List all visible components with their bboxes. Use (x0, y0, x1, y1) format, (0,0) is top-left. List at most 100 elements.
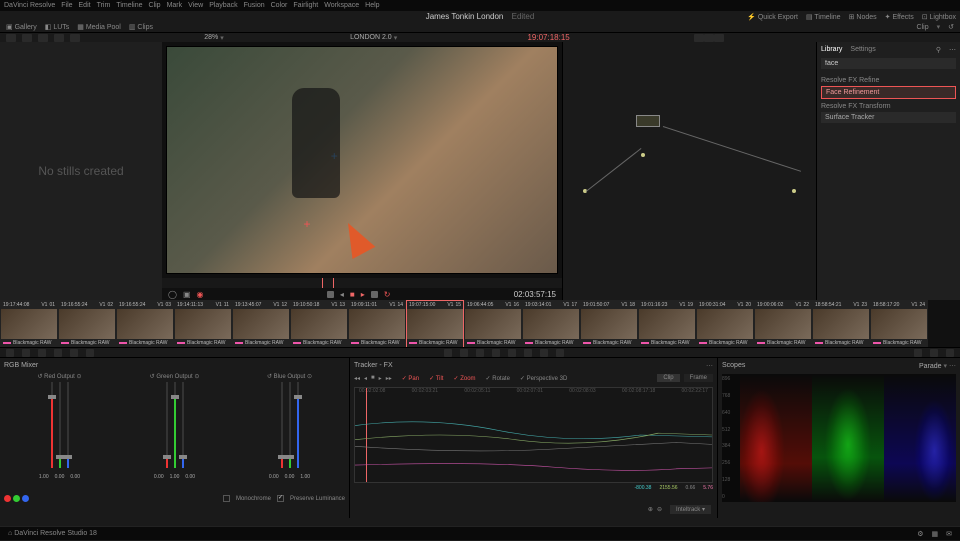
tilt-checkbox[interactable]: ✓ Tilt (429, 375, 443, 382)
menu-item[interactable]: Help (365, 2, 379, 9)
clip-thumbnail[interactable]: 19:00:06:02V122Blackmagic RAW (754, 300, 812, 348)
menu-item[interactable]: Fusion (244, 2, 265, 9)
nodes-button[interactable]: ⊞ Nodes (849, 13, 877, 21)
monochrome-checkbox[interactable] (223, 495, 230, 502)
pan-checkbox[interactable]: ✓ Pan (402, 375, 419, 382)
view-mode-icon[interactable] (70, 34, 80, 42)
node-output[interactable] (792, 189, 796, 193)
clip-thumbnail[interactable]: 19:17:44:08V101Blackmagic RAW (0, 300, 58, 348)
clip-mode-button[interactable]: Clip (657, 374, 679, 382)
preserve-luminance-checkbox[interactable] (277, 495, 284, 502)
quick-export-button[interactable]: ⚡ Quick Export (747, 13, 798, 21)
track-fwd-icon[interactable]: ▸ (379, 375, 382, 382)
clip-thumbnail[interactable]: 18:58:54:21V123Blackmagic RAW (812, 300, 870, 348)
clip-thumbnail[interactable]: 19:16:55:24V102Blackmagic RAW (58, 300, 116, 348)
sizing-icon[interactable] (540, 349, 548, 357)
clip-thumbnail[interactable]: 19:09:11:01V114Blackmagic RAW (348, 300, 406, 348)
clip-thumbnail[interactable]: 19:13:45:07V112Blackmagic RAW (232, 300, 290, 348)
qualifier-icon[interactable] (444, 349, 452, 357)
tab-library[interactable]: Library (821, 46, 842, 54)
node-overlay-icon[interactable] (704, 34, 714, 42)
magic-mask-icon[interactable] (492, 349, 500, 357)
menu-item[interactable]: File (61, 2, 72, 9)
project-manager-icon[interactable]: ▦ (932, 530, 939, 538)
timeline-name[interactable]: LONDON 2.0 (350, 34, 392, 41)
tracker-mode-dropdown[interactable]: Inteltrack ▾ (670, 505, 711, 514)
clip-thumbnail[interactable]: 19:14:11:13V111Blackmagic RAW (174, 300, 232, 348)
panel-menu-icon[interactable]: ⋯ (706, 362, 713, 370)
loop-icon[interactable]: ↻ (384, 290, 391, 299)
tracker-graph[interactable]: 00:02:02:0800:02:03:2100:02:05:1100:02:0… (354, 387, 713, 483)
project-settings-icon[interactable]: ⚙ (917, 530, 923, 538)
node-layer[interactable] (641, 153, 645, 157)
scopes-icon[interactable] (930, 349, 938, 357)
3d-icon[interactable] (556, 349, 564, 357)
scope-mode-dropdown[interactable]: Parade (919, 363, 942, 370)
remove-point-icon[interactable]: ⊖ (657, 506, 662, 513)
fx-item-face-refinement[interactable]: Face Refinement (821, 86, 956, 99)
tracker-point-icon[interactable]: + (331, 149, 338, 163)
track-prev-icon[interactable]: ◂◂ (354, 375, 360, 382)
effects-button[interactable]: ✦ Effects (885, 13, 914, 21)
node-overlay-icon[interactable] (714, 34, 724, 42)
viewer-zoom[interactable]: 28% (204, 34, 218, 41)
play-icon[interactable]: ▸ (361, 290, 365, 299)
search-icon[interactable]: ⚲ (936, 46, 941, 54)
clip-thumbnail[interactable]: 18:58:17:20V124Blackmagic RAW (870, 300, 928, 348)
menu-item[interactable]: Playback (209, 2, 237, 9)
reset-button[interactable]: ↺ (948, 23, 954, 31)
hdr-icon[interactable] (54, 349, 62, 357)
window-icon[interactable] (460, 349, 468, 357)
gallery-button[interactable]: ▣ Gallery (6, 23, 37, 31)
menu-item[interactable]: Edit (79, 2, 91, 9)
lightbox-button[interactable]: ⊡ Lightbox (922, 13, 956, 21)
tab-settings[interactable]: Settings (850, 46, 875, 54)
menu-item[interactable]: Color (271, 2, 288, 9)
blur-icon[interactable] (508, 349, 516, 357)
grab-still-icon[interactable]: ▣ (183, 290, 191, 299)
clip-thumbnail[interactable]: 19:03:14:01V117Blackmagic RAW (522, 300, 580, 348)
frame-mode-button[interactable]: Frame (684, 374, 713, 382)
menu-item[interactable]: View (188, 2, 203, 9)
track-stop-icon[interactable]: ■ (371, 375, 375, 381)
zoom-checkbox[interactable]: ✓ Zoom (453, 375, 475, 382)
viewer-scrubber[interactable] (162, 278, 562, 288)
view-mode-icon[interactable] (38, 34, 48, 42)
clip-thumbnail[interactable]: 19:10:50:18V113Blackmagic RAW (290, 300, 348, 348)
rgb-mixer-icon[interactable] (70, 349, 78, 357)
primaries-icon[interactable] (38, 349, 46, 357)
mediapool-button[interactable]: ▦ Media Pool (77, 23, 121, 31)
stop-icon[interactable]: ■ (350, 290, 355, 299)
node-1[interactable] (636, 115, 660, 127)
tracking-icon[interactable] (476, 349, 484, 357)
chat-icon[interactable]: ✉ (946, 530, 952, 538)
menu-item[interactable]: DaVinci Resolve (4, 2, 55, 9)
menu-item[interactable]: Workspace (324, 2, 359, 9)
keyframe-icon[interactable] (914, 349, 922, 357)
curves-icon[interactable] (6, 349, 14, 357)
step-back-icon[interactable]: ◂ (340, 290, 344, 299)
highlight-icon[interactable]: ◉ (197, 290, 204, 299)
tracker-point-icon[interactable]: + (304, 217, 311, 231)
clip-thumbnail[interactable]: 19:01:16:23V119Blackmagic RAW (638, 300, 696, 348)
motion-icon[interactable] (86, 349, 94, 357)
view-mode-icon[interactable] (6, 34, 16, 42)
menu-item[interactable]: Clip (149, 2, 161, 9)
node-graph[interactable] (562, 42, 816, 300)
bypass-icon[interactable]: ◯ (168, 290, 177, 299)
next-clip-icon[interactable] (371, 291, 378, 298)
clip-thumbnail[interactable]: 19:07:15:00V115Blackmagic RAW (406, 300, 464, 348)
menu-item[interactable]: Timeline (116, 2, 142, 9)
info-icon[interactable] (946, 349, 954, 357)
perspective-checkbox[interactable]: ✓ Perspective 3D (520, 375, 567, 382)
clip-thumbnail[interactable]: 19:01:50:07V118Blackmagic RAW (580, 300, 638, 348)
add-point-icon[interactable]: ⊕ (648, 506, 653, 513)
fx-item-surface-tracker[interactable]: Surface Tracker (821, 112, 956, 123)
wheels-icon[interactable] (22, 349, 30, 357)
luts-button[interactable]: ◧ LUTs (45, 23, 70, 31)
panel-menu-icon[interactable]: ⋯ (949, 46, 956, 54)
track-back-icon[interactable]: ◂ (364, 375, 367, 382)
timeline-button[interactable]: ▤ Timeline (806, 13, 841, 21)
clip-thumbnail[interactable]: 19:16:55:24V103Blackmagic RAW (116, 300, 174, 348)
view-mode-icon[interactable] (22, 34, 32, 42)
